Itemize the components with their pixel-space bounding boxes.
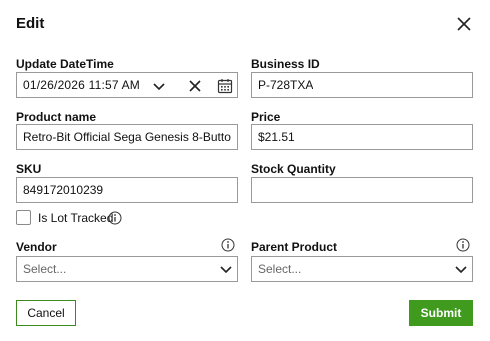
- update-datetime-field[interactable]: 01/26/2026 11:57 AM: [16, 72, 238, 98]
- sku-value[interactable]: 849172010239: [23, 183, 103, 197]
- is-lot-tracked-label: Is Lot Tracked: [38, 211, 114, 225]
- info-icon[interactable]: [108, 211, 122, 225]
- edit-dialog: Edit Update DateTime 01/26/2026 11:57 AM…: [0, 0, 490, 341]
- sku-label: SKU: [16, 162, 42, 176]
- product-name-field[interactable]: Retro-Bit Official Sega Genesis 8-Button…: [16, 124, 238, 150]
- business-id-label: Business ID: [251, 57, 320, 71]
- price-value[interactable]: $21.51: [258, 130, 295, 144]
- chevron-down-icon[interactable]: [220, 265, 232, 275]
- price-label: Price: [251, 110, 281, 124]
- product-name-label: Product name: [16, 110, 97, 124]
- info-icon[interactable]: [221, 238, 235, 252]
- vendor-label: Vendor: [16, 240, 57, 254]
- parent-product-label: Parent Product: [251, 240, 338, 254]
- update-datetime-label: Update DateTime: [16, 57, 114, 71]
- submit-button[interactable]: Submit: [409, 300, 473, 326]
- chevron-down-icon[interactable]: [455, 265, 467, 275]
- cancel-button[interactable]: Cancel: [16, 300, 76, 326]
- vendor-select[interactable]: Select...: [16, 256, 238, 282]
- is-lot-tracked-checkbox[interactable]: [16, 210, 31, 225]
- business-id-value[interactable]: P-728TXA: [258, 78, 313, 92]
- vendor-select-value[interactable]: Select...: [23, 262, 66, 276]
- price-field[interactable]: $21.51: [251, 124, 473, 150]
- info-icon[interactable]: [456, 238, 470, 252]
- clear-icon[interactable]: [187, 78, 203, 94]
- close-icon[interactable]: [456, 16, 472, 32]
- product-name-value[interactable]: Retro-Bit Official Sega Genesis 8-Button…: [23, 130, 231, 144]
- update-datetime-value[interactable]: 01/26/2026 11:57 AM: [23, 78, 140, 92]
- sku-field[interactable]: 849172010239: [16, 177, 238, 203]
- chevron-down-icon[interactable]: [151, 78, 167, 94]
- dialog-title: Edit: [16, 15, 45, 32]
- parent-product-select-value[interactable]: Select...: [258, 262, 301, 276]
- stock-quantity-field[interactable]: [251, 177, 473, 203]
- parent-product-select[interactable]: Select...: [251, 256, 473, 282]
- calendar-icon[interactable]: [217, 78, 233, 94]
- stock-quantity-label: Stock Quantity: [251, 162, 336, 176]
- business-id-field[interactable]: P-728TXA: [251, 72, 473, 98]
